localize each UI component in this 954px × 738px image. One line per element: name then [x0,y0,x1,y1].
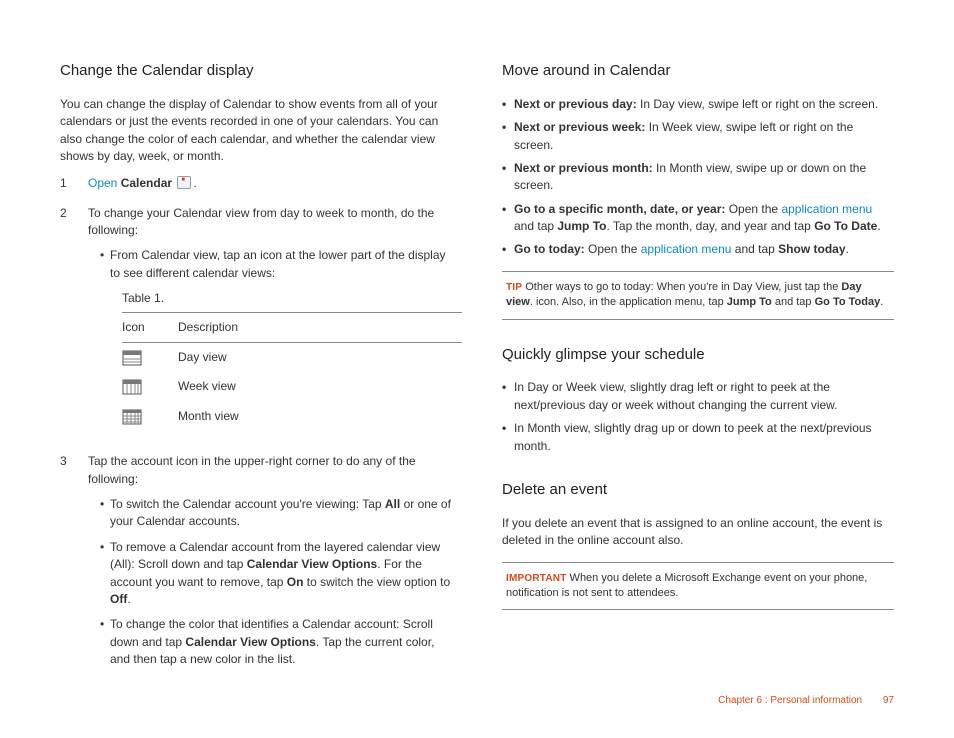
list-item: Go to a specific month, date, or year: O… [502,201,894,236]
row-month-desc: Month view [178,402,462,431]
table-caption: Table 1. [122,290,452,307]
glimpse-list: In Day or Week view, slightly drag left … [502,379,894,455]
step2-bullet: From Calendar view, tap an icon at the l… [100,247,452,431]
page-number: 97 [883,695,894,706]
move-list: Next or previous day: In Day view, swipe… [502,96,894,259]
calendar-word: Calendar [121,176,172,190]
heading-change-display: Change the Calendar display [60,60,452,82]
week-view-icon [122,379,142,395]
table-row: Day view [122,343,462,373]
table-row: Week view [122,372,462,401]
tip-callout: TIP Other ways to go to today: When you'… [502,271,894,320]
chapter-label: Chapter 6 : Personal information [718,695,862,706]
right-column: Move around in Calendar Next or previous… [502,60,894,689]
application-menu-link[interactable]: application menu [641,242,732,256]
th-icon: Icon [122,312,178,342]
list-item: Next or previous week: In Week view, swi… [502,119,894,154]
step3-text: Tap the account icon in the upper-right … [88,454,416,485]
application-menu-link[interactable]: application menu [781,202,872,216]
list-item: In Month view, slightly drag up or down … [502,420,894,455]
intro-paragraph: You can change the display of Calendar t… [60,96,452,166]
left-column: Change the Calendar display You can chan… [60,60,452,689]
list-item: In Day or Week view, slightly drag left … [502,379,894,414]
list-item: To switch the Calendar account you're vi… [100,496,452,531]
heading-glimpse: Quickly glimpse your schedule [502,344,894,366]
day-view-icon [122,350,142,366]
row-day-desc: Day view [178,343,462,373]
step-number: 1 [60,175,70,192]
delete-paragraph: If you delete an event that is assigned … [502,515,894,550]
important-callout: IMPORTANT When you delete a Microsoft Ex… [502,562,894,611]
open-link[interactable]: Open [88,176,117,190]
steps-list: 1 Open Calendar . 2 To change your Calen… [60,175,452,676]
list-item: Next or previous month: In Month view, s… [502,160,894,195]
list-item: To change the color that identifies a Ca… [100,616,452,668]
th-description: Description [178,312,462,342]
list-item: Next or previous day: In Day view, swipe… [502,96,894,113]
heading-delete: Delete an event [502,479,894,501]
month-view-icon [122,409,142,425]
row-week-desc: Week view [178,372,462,401]
important-label: IMPORTANT [506,573,567,584]
tip-label: TIP [506,282,522,293]
step-number: 2 [60,205,70,442]
icon-table: Icon Description [122,312,462,432]
step-number: 3 [60,453,70,676]
list-item: To remove a Calendar account from the la… [100,539,452,609]
list-item: Go to today: Open the application menu a… [502,241,894,258]
table-row: Month view [122,402,462,431]
page-footer: Chapter 6 : Personal information 97 [718,694,894,709]
step2-text: To change your Calendar view from day to… [88,206,434,237]
calendar-icon [177,176,191,189]
heading-move-around: Move around in Calendar [502,60,894,82]
